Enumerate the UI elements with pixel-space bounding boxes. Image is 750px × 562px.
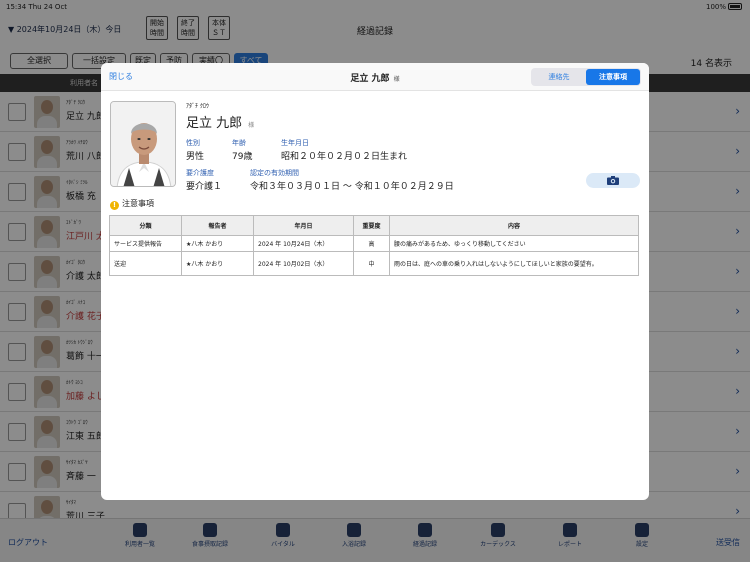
tab-notes[interactable]: 注意事項 (586, 69, 640, 85)
user-kana: ｱﾀﾞﾁ ｸﾛｳ (186, 103, 209, 110)
user-name: 足立 九郎様 (186, 116, 255, 131)
camera-button[interactable] (586, 173, 640, 188)
camera-icon (607, 176, 619, 185)
cell-content: 雨の日は、庭への車の乗り入れはしないようにしてほしいと家族の要望有。 (389, 251, 639, 276)
gender-label: 性別 (186, 139, 200, 147)
age-label: 年齢 (232, 139, 246, 147)
cell-importance: 中 (353, 251, 390, 276)
cell-reporter: ★八木 かおり (181, 251, 254, 276)
col-date: 年月日 (253, 215, 354, 236)
col-importance: 重要度 (353, 215, 390, 236)
notes-table: 分類 報告者 年月日 重要度 内容 サービス提供報告 ★八木 かおり 2024 … (109, 215, 639, 276)
cell-date: 2024 年 10月02日（水） (253, 251, 354, 276)
cell-content: 腰の痛みがあるため、ゆっくり移動してください (389, 235, 639, 252)
col-category: 分類 (109, 215, 182, 236)
user-photo (110, 101, 176, 187)
modal-header: 閉じる 足立 九郎様 連絡先 注意事項 (101, 63, 649, 91)
cell-reporter: ★八木 かおり (181, 235, 254, 252)
table-row[interactable]: 送迎 ★八木 かおり 2024 年 10月02日（水） 中 雨の日は、庭への車の… (109, 251, 639, 276)
care-level-label: 要介護度 (186, 169, 214, 177)
warning-icon: ! (110, 201, 119, 210)
cell-date: 2024 年 10月24日（木） (253, 235, 354, 252)
col-reporter: 報告者 (181, 215, 254, 236)
tab-contact[interactable]: 連絡先 (532, 69, 586, 85)
age-value: 79歳 (232, 152, 253, 162)
care-level-value: 要介護１ (186, 182, 223, 192)
col-content: 内容 (389, 215, 639, 236)
gender-value: 男性 (186, 152, 205, 162)
table-header-row: 分類 報告者 年月日 重要度 内容 (109, 215, 639, 236)
birthdate-label: 生年月日 (281, 139, 309, 147)
validity-period-value: 令和３年０３月０１日 〜 令和１０年０２月２９日 (250, 182, 454, 192)
validity-period-label: 認定の有効期間 (250, 169, 299, 177)
cell-category: 送迎 (109, 251, 182, 276)
segment-control: 連絡先 注意事項 (531, 68, 641, 86)
birthdate-value: 昭和２０年０２月０２日生まれ (281, 152, 408, 162)
cell-category: サービス提供報告 (109, 235, 182, 252)
cell-importance: 高 (353, 235, 390, 252)
user-detail-modal: 閉じる 足立 九郎様 連絡先 注意事項 ｱﾀﾞﾁ ｸﾛｳ 足立 九郎様 性別 男… (101, 63, 649, 500)
notice-heading: ! 注意事項 (110, 198, 154, 210)
table-row[interactable]: サービス提供報告 ★八木 かおり 2024 年 10月24日（木） 高 腰の痛み… (109, 235, 639, 252)
